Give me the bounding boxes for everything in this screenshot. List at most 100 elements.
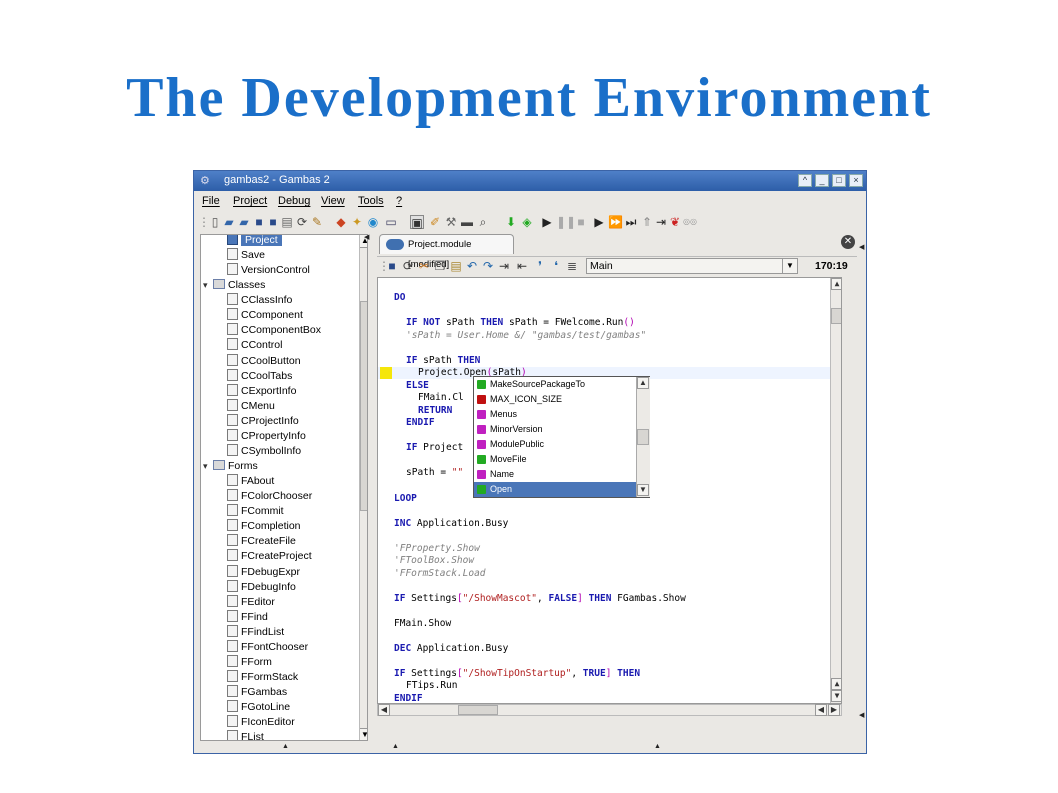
tree-item[interactable]: FDebugInfo (227, 579, 367, 595)
scroll-up-icon[interactable]: ▲ (831, 678, 841, 690)
completion-popup[interactable]: MakeSourcePackageTo MAX_ICON_SIZE Menus Min… (473, 376, 650, 498)
menu-debug[interactable]: Debug (278, 195, 310, 207)
code-editor[interactable]: ENDIF DO IF NOT sPath THEN sPath = FWelcom… (377, 277, 842, 704)
tree-item[interactable]: FFontChooser (227, 639, 367, 655)
completion-scroll-thumb[interactable] (637, 429, 649, 445)
tree-item[interactable]: FDebugExpr (227, 564, 367, 580)
completion-item[interactable]: MakeSourcePackageTo (474, 377, 636, 392)
splitter-handle-icon[interactable]: ◀ (859, 243, 864, 251)
run-icon[interactable]: ▶ (540, 215, 554, 229)
tree-item[interactable]: CCoolTabs (227, 368, 367, 384)
expand-arrow-icon[interactable]: ▾ (203, 278, 213, 293)
tree-item[interactable]: CClassInfo (227, 293, 367, 308)
completion-item[interactable]: Open (474, 482, 636, 497)
unindent-icon[interactable]: ⇤ (515, 259, 529, 273)
tree-item[interactable]: FForm (227, 654, 367, 670)
tree-item[interactable]: FCreateFile (227, 534, 367, 549)
open-icon[interactable]: ▰ (222, 215, 236, 229)
find-icon[interactable]: ⌕ (476, 215, 490, 229)
tree-item[interactable]: FFindList (227, 624, 367, 640)
package-icon[interactable]: ◉ (366, 215, 380, 229)
form-icon[interactable]: ▣ (410, 215, 424, 230)
expand-arrow-icon[interactable]: ▾ (203, 459, 213, 474)
copy-icon[interactable]: ❐ (433, 259, 447, 273)
tree-item[interactable]: CExportInfo (227, 383, 367, 399)
scroll-up-icon[interactable]: ▲ (831, 278, 841, 290)
tools-icon[interactable]: ✎ (310, 215, 324, 229)
tree-item[interactable]: FIconEditor (227, 715, 367, 730)
tree-item[interactable]: FFormStack (227, 670, 367, 685)
tree-item[interactable]: Project (227, 235, 367, 248)
completion-item[interactable]: Menus (474, 407, 636, 422)
completion-item[interactable]: MinorVersion (474, 422, 636, 437)
tree-item[interactable]: CPropertyInfo (227, 428, 367, 444)
tree-item[interactable]: CComponentBox (227, 323, 367, 338)
minimize-button[interactable]: _ (815, 174, 829, 187)
tree-item[interactable]: FCommit (227, 504, 367, 519)
window-titlebar[interactable]: ⚙ gambas2 - Gambas 2 ^ _ □ × (194, 171, 866, 191)
new-file-icon[interactable]: ▯ (208, 215, 222, 229)
save-all-icon[interactable]: ■ (266, 215, 280, 229)
tree-item[interactable]: ▾ Forms (203, 459, 353, 474)
code-hscroll-thumb[interactable] (458, 705, 498, 715)
editor-save-icon[interactable]: ■ (385, 259, 399, 273)
step-icon[interactable]: ▶ (592, 215, 606, 229)
tree-item[interactable]: ▾ Classes (203, 278, 353, 293)
tree-item[interactable]: FColorChooser (227, 489, 367, 504)
close-button[interactable]: × (849, 174, 863, 187)
up-icon[interactable]: ⇑ (640, 215, 654, 229)
undo-icon[interactable]: ↶ (465, 259, 479, 273)
watch-icon[interactable]: ◎◎ (683, 215, 697, 229)
paste-icon[interactable]: ▤ (449, 259, 463, 273)
comment-icon[interactable]: ❜ (533, 259, 547, 273)
scroll-down-icon[interactable]: ▼ (360, 728, 367, 740)
menu-project[interactable]: Project (233, 195, 267, 207)
uncomment-icon[interactable]: ❛ (549, 259, 563, 273)
code-horizontal-scrollbar[interactable]: ◀ ◀ ▶ (377, 704, 842, 716)
scroll-up-icon[interactable]: ▲ (637, 377, 649, 389)
tab-project-module[interactable]: Project.module [modified] (379, 234, 514, 270)
scroll-down-icon[interactable]: ▼ (831, 690, 841, 702)
scroll-right-icon[interactable]: ▶ (828, 704, 840, 716)
compile-icon[interactable]: ◆ (334, 215, 348, 229)
tree-item[interactable]: CMenu (227, 398, 367, 414)
menu-file[interactable]: File (202, 195, 220, 207)
step-over-icon[interactable]: ◈ (520, 215, 534, 229)
splitter-handle-icon[interactable]: ▲ (654, 743, 661, 750)
properties-icon[interactable]: ▤ (280, 215, 294, 229)
tree-item[interactable]: FFind (227, 609, 367, 625)
completion-item[interactable]: MAX_ICON_SIZE (474, 392, 636, 407)
maximize-button[interactable]: □ (832, 174, 846, 187)
editor-reload-icon[interactable]: ⟳ (401, 259, 415, 273)
splitter-handle-icon[interactable]: ◀ (364, 233, 369, 241)
finish-icon[interactable]: ⏭ (624, 215, 638, 229)
splitter-handle-icon[interactable]: ◀ (859, 711, 864, 719)
code-scroll-thumb[interactable] (831, 308, 841, 324)
project-tree[interactable]: Project Save VersionControl ▾ Classes CClassI… (200, 234, 368, 741)
project-tree-scrollbar[interactable]: ▲ ▼ (359, 235, 367, 740)
indent-icon[interactable]: ⇥ (497, 259, 511, 273)
refresh-icon[interactable]: ⟳ (295, 215, 309, 229)
menu-tools[interactable]: Tools (358, 195, 384, 207)
tree-item[interactable]: CSymbolInfo (227, 443, 367, 459)
open-project-icon[interactable]: ▰ (237, 215, 251, 229)
translate-icon[interactable]: ▭ (384, 215, 398, 229)
make-icon[interactable]: ✦ (350, 215, 364, 229)
tree-item[interactable]: FCompletion (227, 519, 367, 534)
cut-icon[interactable]: ✂ (417, 259, 431, 273)
completion-item[interactable]: MoveFile (474, 452, 636, 467)
tree-item[interactable]: FCreateProject (227, 549, 367, 564)
tree-item[interactable]: FGotoLine (227, 700, 367, 715)
tree-item[interactable]: FEditor (227, 594, 367, 610)
tree-item[interactable]: CProjectInfo (227, 413, 367, 429)
menu-view[interactable]: View (321, 195, 345, 207)
close-tab-icon[interactable]: ✕ (841, 235, 855, 249)
menu-help[interactable]: ? (396, 195, 402, 207)
tree-item[interactable]: CControl (227, 338, 367, 353)
save-icon[interactable]: ■ (252, 215, 266, 229)
completion-item[interactable]: ModulePublic (474, 437, 636, 452)
procedure-combo[interactable]: Main ▼ (586, 258, 798, 274)
terminal-icon[interactable]: ▬ (460, 215, 474, 229)
breakpoint-icon[interactable]: ❦ (668, 215, 682, 229)
format-icon[interactable]: ≣ (565, 259, 579, 273)
